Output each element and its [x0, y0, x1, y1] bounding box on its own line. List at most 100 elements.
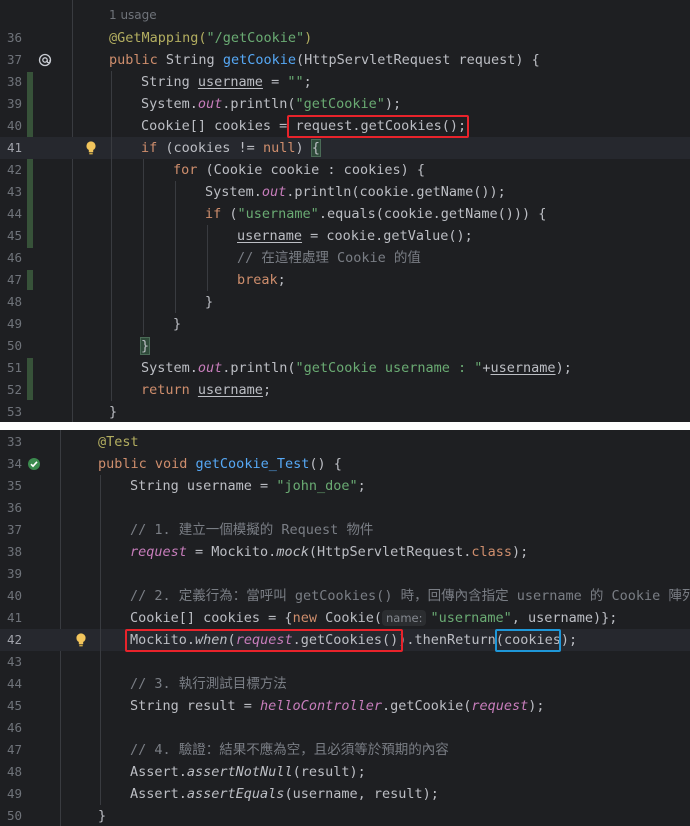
line-number[interactable]: 37: [0, 49, 22, 71]
code-line[interactable]: 38 request = Mockito.mock(HttpServletRequ…: [0, 541, 690, 563]
code-line[interactable]: 49}: [0, 313, 690, 335]
code-line[interactable]: 33 @Test: [0, 431, 690, 453]
code-line[interactable]: 46: [0, 717, 690, 739]
code-text[interactable]: for (Cookie cookie : cookies) {: [173, 159, 425, 181]
code-text[interactable]: if ("username".equals(cookie.getName()))…: [205, 203, 546, 225]
code-line[interactable]: 53}: [0, 401, 690, 422]
code-text[interactable]: }: [173, 313, 181, 335]
line-number[interactable]: 46: [0, 247, 22, 269]
line-number[interactable]: 36: [0, 27, 22, 49]
code-text[interactable]: if (cookies != null) {: [141, 137, 321, 159]
code-text[interactable]: @GetMapping("/getCookie"): [109, 27, 312, 49]
line-number[interactable]: 46: [0, 717, 22, 739]
code-line[interactable]: 51 System.out.println("getCookie username…: [0, 357, 690, 379]
code-line[interactable]: 44 // 3. 執行測試目標方法: [0, 673, 690, 695]
code-line[interactable]: 49 Assert.assertEquals(username, result);: [0, 783, 690, 805]
line-number[interactable]: 45: [0, 225, 22, 247]
code-text[interactable]: System.out.println(cookie.getName());: [205, 181, 506, 203]
code-text[interactable]: public String getCookie(HttpServletReque…: [109, 49, 540, 71]
code-line[interactable]: 36 @GetMapping("/getCookie"): [0, 27, 690, 49]
code-line[interactable]: 39: [0, 563, 690, 585]
code-line[interactable]: 37 // 1. 建立一個模擬的 Request 物件: [0, 519, 690, 541]
code-line[interactable]: 44 if ("username".equals(cookie.getName()…: [0, 203, 690, 225]
code-line[interactable]: 47 break;: [0, 269, 690, 291]
code-text[interactable]: // 2. 定義行為：當呼叫 getCookies() 時，回傳內含指定 use…: [130, 585, 690, 607]
line-number[interactable]: 39: [0, 93, 22, 115]
code-line[interactable]: 45 username = cookie.getValue();: [0, 225, 690, 247]
line-number[interactable]: 42: [0, 629, 22, 651]
code-text[interactable]: }: [109, 401, 117, 422]
code-text[interactable]: // 在這裡處理 Cookie 的值: [237, 247, 421, 269]
run-test-icon[interactable]: [27, 456, 41, 475]
code-text[interactable]: // 1. 建立一個模擬的 Request 物件: [130, 519, 373, 541]
line-number[interactable]: 38: [0, 71, 22, 93]
code-text[interactable]: String username = "";: [141, 71, 312, 93]
line-number[interactable]: 50: [0, 335, 22, 357]
code-text[interactable]: Cookie[] cookies = {new Cookie(name: "use…: [130, 607, 617, 629]
code-line[interactable]: 34 public void getCookie_Test() {: [0, 453, 690, 475]
code-line[interactable]: 42 for (Cookie cookie : cookies) {: [0, 159, 690, 181]
code-line[interactable]: 37 public String getCookie(HttpServletReq…: [0, 49, 690, 71]
code-line[interactable]: 40 // 2. 定義行為：當呼叫 getCookies() 時，回傳內含指定 u…: [0, 585, 690, 607]
line-number[interactable]: 44: [0, 673, 22, 695]
code-text[interactable]: request = Mockito.mock(HttpServletReques…: [130, 541, 528, 563]
code-line[interactable]: 48}: [0, 291, 690, 313]
code-text[interactable]: }: [98, 805, 106, 826]
line-number[interactable]: 40: [0, 115, 22, 137]
line-number[interactable]: 41: [0, 607, 22, 629]
code-line[interactable]: 41 if (cookies != null) {: [0, 137, 690, 159]
code-line[interactable]: 48 Assert.assertNotNull(result);: [0, 761, 690, 783]
code-line[interactable]: 46 // 在這裡處理 Cookie 的值: [0, 247, 690, 269]
code-line[interactable]: 36: [0, 497, 690, 519]
code-text[interactable]: @Test: [98, 431, 139, 453]
line-number[interactable]: 33: [0, 431, 22, 453]
line-number[interactable]: 48: [0, 761, 22, 783]
line-number[interactable]: 47: [0, 739, 22, 761]
code-text[interactable]: return username;: [141, 379, 271, 401]
line-number[interactable]: 41: [0, 137, 22, 159]
line-number[interactable]: 45: [0, 695, 22, 717]
code-text[interactable]: System.out.println("getCookie username :…: [141, 357, 572, 379]
line-number[interactable]: 42: [0, 159, 22, 181]
line-number[interactable]: 53: [0, 401, 22, 422]
line-number[interactable]: 38: [0, 541, 22, 563]
line-number[interactable]: 48: [0, 291, 22, 313]
line-number[interactable]: 36: [0, 497, 22, 519]
line-number[interactable]: 37: [0, 519, 22, 541]
code-line[interactable]: 39 System.out.println("getCookie");: [0, 93, 690, 115]
code-text[interactable]: System.out.println("getCookie");: [141, 93, 401, 115]
lightbulb-icon[interactable]: [74, 632, 88, 652]
line-number[interactable]: 47: [0, 269, 22, 291]
code-line[interactable]: 50}: [0, 335, 690, 357]
code-line[interactable]: 45 String result = helloController.getCoo…: [0, 695, 690, 717]
line-number[interactable]: 35: [0, 475, 22, 497]
endpoint-icon[interactable]: [38, 52, 52, 71]
code-text[interactable]: // 3. 執行測試目標方法: [130, 673, 287, 695]
line-number[interactable]: 43: [0, 651, 22, 673]
code-text[interactable]: username = cookie.getValue();: [237, 225, 473, 247]
code-line[interactable]: 47 // 4. 驗證：結果不應為空，且必須等於預期的內容: [0, 739, 690, 761]
code-text[interactable]: String result = helloController.getCooki…: [130, 695, 545, 717]
code-text[interactable]: String username = "john_doe";: [130, 475, 366, 497]
code-line[interactable]: 43: [0, 651, 690, 673]
code-text[interactable]: Assert.assertEquals(username, result);: [130, 783, 439, 805]
line-number[interactable]: 34: [0, 453, 22, 475]
code-line[interactable]: 50}: [0, 805, 690, 826]
line-number[interactable]: 49: [0, 313, 22, 335]
line-number[interactable]: 49: [0, 783, 22, 805]
code-line[interactable]: 35 String username = "john_doe";: [0, 475, 690, 497]
line-number[interactable]: 51: [0, 357, 22, 379]
code-line[interactable]: 41 Cookie[] cookies = {new Cookie(name: "u…: [0, 607, 690, 629]
code-line[interactable]: 43 System.out.println(cookie.getName());: [0, 181, 690, 203]
lightbulb-icon[interactable]: [84, 140, 98, 160]
usage-hint[interactable]: 1 usage: [109, 8, 157, 22]
code-text[interactable]: // 4. 驗證：結果不應為空，且必須等於預期的內容: [130, 739, 449, 761]
code-text[interactable]: }: [205, 291, 213, 313]
line-number[interactable]: 43: [0, 181, 22, 203]
code-line[interactable]: 38 String username = "";: [0, 71, 690, 93]
code-text[interactable]: break;: [237, 269, 286, 291]
code-line[interactable]: 52 return username;: [0, 379, 690, 401]
code-text[interactable]: Assert.assertNotNull(result);: [130, 761, 366, 783]
line-number[interactable]: 39: [0, 563, 22, 585]
line-number[interactable]: 40: [0, 585, 22, 607]
